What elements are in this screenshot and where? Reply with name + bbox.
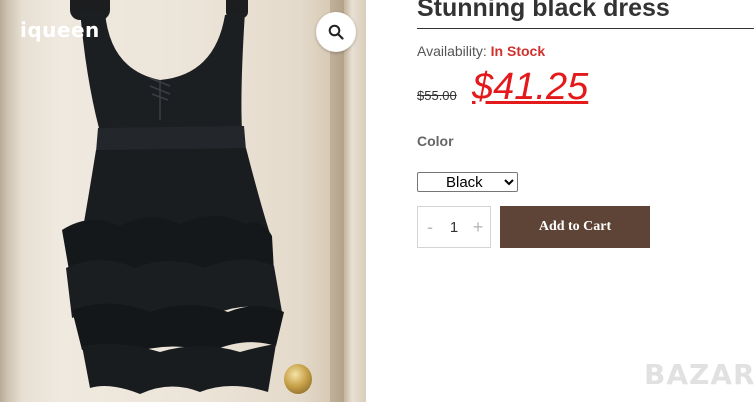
- watermark-logo: BAZAR: [644, 358, 754, 391]
- dress-waistband: [96, 126, 246, 152]
- add-to-cart-button[interactable]: Add to Cart: [500, 206, 650, 248]
- original-price: $55.00: [417, 88, 457, 103]
- increase-quantity-button[interactable]: +: [466, 217, 490, 238]
- availability: Availability: In Stock: [417, 43, 545, 59]
- quantity-value[interactable]: 1: [442, 219, 466, 236]
- quantity-stepper[interactable]: - 1 +: [417, 206, 491, 248]
- stock-status: In Stock: [490, 43, 546, 59]
- color-label: Color: [417, 133, 454, 149]
- search-icon: [328, 24, 344, 40]
- zoom-button[interactable]: [316, 12, 356, 52]
- door-knob: [284, 364, 312, 394]
- title-divider: [417, 28, 754, 29]
- dress-hem: [82, 344, 276, 394]
- sale-price: $41.25: [472, 66, 589, 108]
- color-select[interactable]: Black: [417, 172, 518, 192]
- brand-logo: iqueen: [20, 18, 100, 42]
- product-image[interactable]: iqueen: [0, 0, 366, 402]
- product-title: Stunning black dress: [417, 0, 670, 22]
- availability-label: Availability:: [417, 43, 487, 59]
- dress-photo: [62, 10, 284, 394]
- decrease-quantity-button[interactable]: -: [418, 217, 442, 238]
- dress-bodice: [80, 10, 245, 132]
